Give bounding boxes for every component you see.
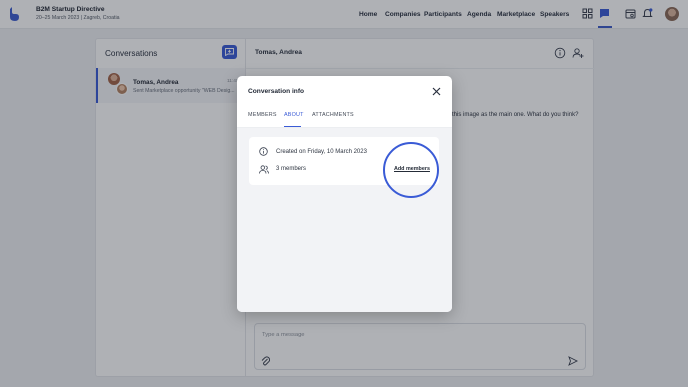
member-count: 3 members (276, 166, 307, 172)
highlight-ring (383, 142, 439, 198)
tab-about[interactable]: ABOUT (284, 112, 304, 118)
info-icon (259, 147, 268, 156)
dialog-title: Conversation info (248, 88, 305, 95)
close-icon[interactable] (432, 87, 441, 96)
tab-attachments[interactable]: ATTACHMENTS (312, 112, 354, 118)
tab-members[interactable]: MEMBERS (248, 112, 277, 118)
people-icon (259, 165, 269, 174)
created-date: Created on Friday, 10 March 2023 (276, 149, 367, 155)
